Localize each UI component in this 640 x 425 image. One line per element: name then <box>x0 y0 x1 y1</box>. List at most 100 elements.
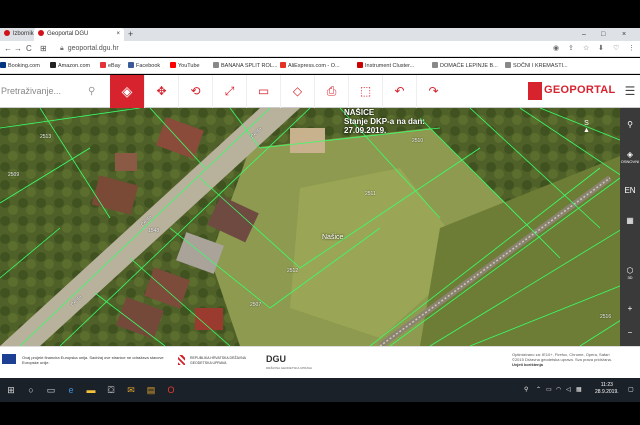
dgu-logo[interactable]: DGU <box>266 354 286 364</box>
bookmark-favicon-icon <box>280 62 286 68</box>
tab-favicon-icon <box>4 30 10 36</box>
apps-icon[interactable]: ⊞ <box>40 41 47 57</box>
system-clock[interactable]: 11:23 28.9.2019. <box>595 382 619 396</box>
language-button[interactable]: EN <box>620 186 640 195</box>
new-tab-button[interactable]: + <box>128 28 133 40</box>
bookmark-favicon-icon <box>100 62 106 68</box>
close-window-button[interactable]: × <box>622 28 626 41</box>
print-button[interactable]: ⎙ <box>314 75 348 108</box>
file-explorer-icon[interactable]: ▬ <box>82 378 100 402</box>
bookmark-amazon[interactable]: Amazon.com <box>50 58 90 74</box>
network-icon[interactable]: ◠ <box>556 378 561 402</box>
people-icon[interactable]: ⚲ <box>524 378 528 402</box>
fullscreen-button[interactable]: ⤢ <box>212 75 246 108</box>
zoom-area-button[interactable]: ⟲ <box>178 75 212 108</box>
keyboard-icon[interactable]: ▦ <box>576 378 582 402</box>
mail-icon[interactable]: ✉ <box>122 378 140 402</box>
windows-start-icon[interactable]: ⊞ <box>2 378 20 402</box>
bookmark-label: Facebook <box>136 63 161 69</box>
tab-lzbornik[interactable]: lzbornik <box>0 28 34 41</box>
camera-icon[interactable]: ◉ <box>553 41 559 57</box>
volume-icon[interactable]: ◁ <box>566 378 571 402</box>
bookmark-instrument[interactable]: Instrument Cluster... <box>357 58 414 74</box>
url-text: geoportal.dgu.hr <box>67 45 119 52</box>
redo-icon: ↷ <box>428 84 439 98</box>
battery-icon[interactable]: ▭ <box>546 378 552 402</box>
search-icon[interactable]: ⚲ <box>88 75 95 108</box>
bookmark-facebook[interactable]: Facebook <box>128 58 160 74</box>
address-bar: ← → C ⊞ 🔒︎ geoportal.dgu.hr ◉ ⇪ ☆ ⬇ ♡ ⋮ <box>0 41 640 57</box>
key-icon: ⚲ <box>627 120 633 129</box>
minimize-button[interactable]: – <box>582 28 586 41</box>
menu-button[interactable]: ☰ <box>620 75 640 108</box>
map-canvas <box>0 108 640 346</box>
bookmark-ebay[interactable]: eBay <box>100 58 121 74</box>
files-icon[interactable]: ▤ <box>142 378 160 402</box>
maximize-button[interactable]: □ <box>601 28 605 41</box>
search-input[interactable]: Pretraživanje... ⚲ <box>0 75 110 108</box>
edge-icon[interactable]: e <box>62 378 80 402</box>
extensions-icon[interactable]: ⋮ <box>628 41 635 57</box>
layers-icon: ◈ <box>121 83 133 99</box>
url-input[interactable]: 🔒︎ geoportal.dgu.hr <box>60 43 540 55</box>
bookmark-label: YouTube <box>178 63 200 69</box>
back-button[interactable]: ← <box>4 41 12 57</box>
map-view[interactable]: NAŠICE Stanje DKP-a na dan: 27.09.2019. … <box>0 108 640 346</box>
map-overlay-title: NAŠICE Stanje DKP-a na dan: 27.09.2019. <box>344 108 425 135</box>
parcel-label: 2511 <box>365 191 376 197</box>
download-icon[interactable]: ⬇ <box>598 41 604 57</box>
measure-area-icon: ▭ <box>257 84 270 98</box>
bookmark-youtube[interactable]: YouTube <box>170 58 200 74</box>
bookmark-label: Amazon.com <box>58 63 91 69</box>
store-icon[interactable]: ⛋ <box>102 378 120 402</box>
bookmark-lepinje[interactable]: DOMAĆE LEPINJE B... <box>432 58 498 74</box>
search-icon[interactable]: ○ <box>22 378 40 402</box>
opera-icon[interactable]: O <box>162 378 180 402</box>
geoportal-toolbar: Pretraživanje... ⚲ ◈ ✥ ⟲ ⤢ ▭ ◇ ⎙ ⬚ ↶ ↷ G… <box>0 75 640 108</box>
3d-label: 3D <box>627 275 633 280</box>
layers-button[interactable]: ◈ <box>110 75 144 108</box>
zoom-in-button[interactable]: + <box>620 304 640 313</box>
undo-button[interactable]: ↶ <box>382 75 416 108</box>
bookmark-favicon-icon <box>432 62 438 68</box>
redo-button[interactable]: ↷ <box>416 75 450 108</box>
zoom-out-button[interactable]: − <box>620 328 640 337</box>
bookmark-aliexpress[interactable]: AliExpress.com - O... <box>280 58 340 74</box>
reload-button[interactable]: C <box>26 41 32 57</box>
pan-button[interactable]: ✥ <box>144 75 178 108</box>
parcel-label: 1548 <box>148 228 160 234</box>
bookmark-label: AliExpress.com - O... <box>288 63 340 69</box>
north-arrow-icon: S ▲ <box>583 120 590 134</box>
notifications-icon[interactable]: ▢ <box>628 378 634 402</box>
star-icon[interactable]: ☆ <box>583 41 589 57</box>
terms-link[interactable]: Uvjeti korištenja <box>512 362 543 367</box>
close-tab-icon[interactable]: × <box>116 28 120 41</box>
bookmark-label: DOMAĆE LEPINJE B... <box>440 63 498 69</box>
share-icon[interactable]: ⇪ <box>568 41 574 57</box>
forward-button[interactable]: → <box>14 41 22 57</box>
select-button[interactable]: ⬚ <box>348 75 382 108</box>
bookmark-banana[interactable]: BANANA SPLIT ROL... <box>213 58 277 74</box>
undo-icon: ↶ <box>394 84 405 98</box>
bookmark-label: Instrument Cluster... <box>365 63 415 69</box>
measure-area-button[interactable]: ▭ <box>246 75 280 108</box>
heart-icon[interactable]: ♡ <box>613 41 619 57</box>
basemap-button[interactable]: ◈ OSNOVNI <box>620 150 640 164</box>
place-label: Našice <box>322 234 344 241</box>
search-location-button[interactable]: ⚲ <box>620 120 640 129</box>
measure-line-button[interactable]: ◇ <box>280 75 314 108</box>
bookmark-booking[interactable]: Booking.com <box>0 58 40 74</box>
pan-icon: ✥ <box>156 84 167 98</box>
bookmark-label: BANANA SPLIT ROL... <box>221 63 278 69</box>
overlay-place: NAŠICE <box>344 108 375 117</box>
basemap-label: OSNOVNI <box>620 159 640 164</box>
bookmark-socni[interactable]: SOČNI I KREMASTI... <box>505 58 568 74</box>
tab-geoportal[interactable]: Geoportal DGU × <box>34 28 124 41</box>
parcel-label: 2516 <box>600 314 612 320</box>
select-icon: ⬚ <box>359 84 372 98</box>
bookmark-favicon-icon <box>505 62 511 68</box>
grid-button[interactable]: ▦ <box>620 216 640 225</box>
task-view-icon[interactable]: ▭ <box>42 378 60 402</box>
tray-chevron-icon[interactable]: ⌃ <box>536 378 541 402</box>
3d-button[interactable]: ⬡ 3D <box>620 266 640 280</box>
